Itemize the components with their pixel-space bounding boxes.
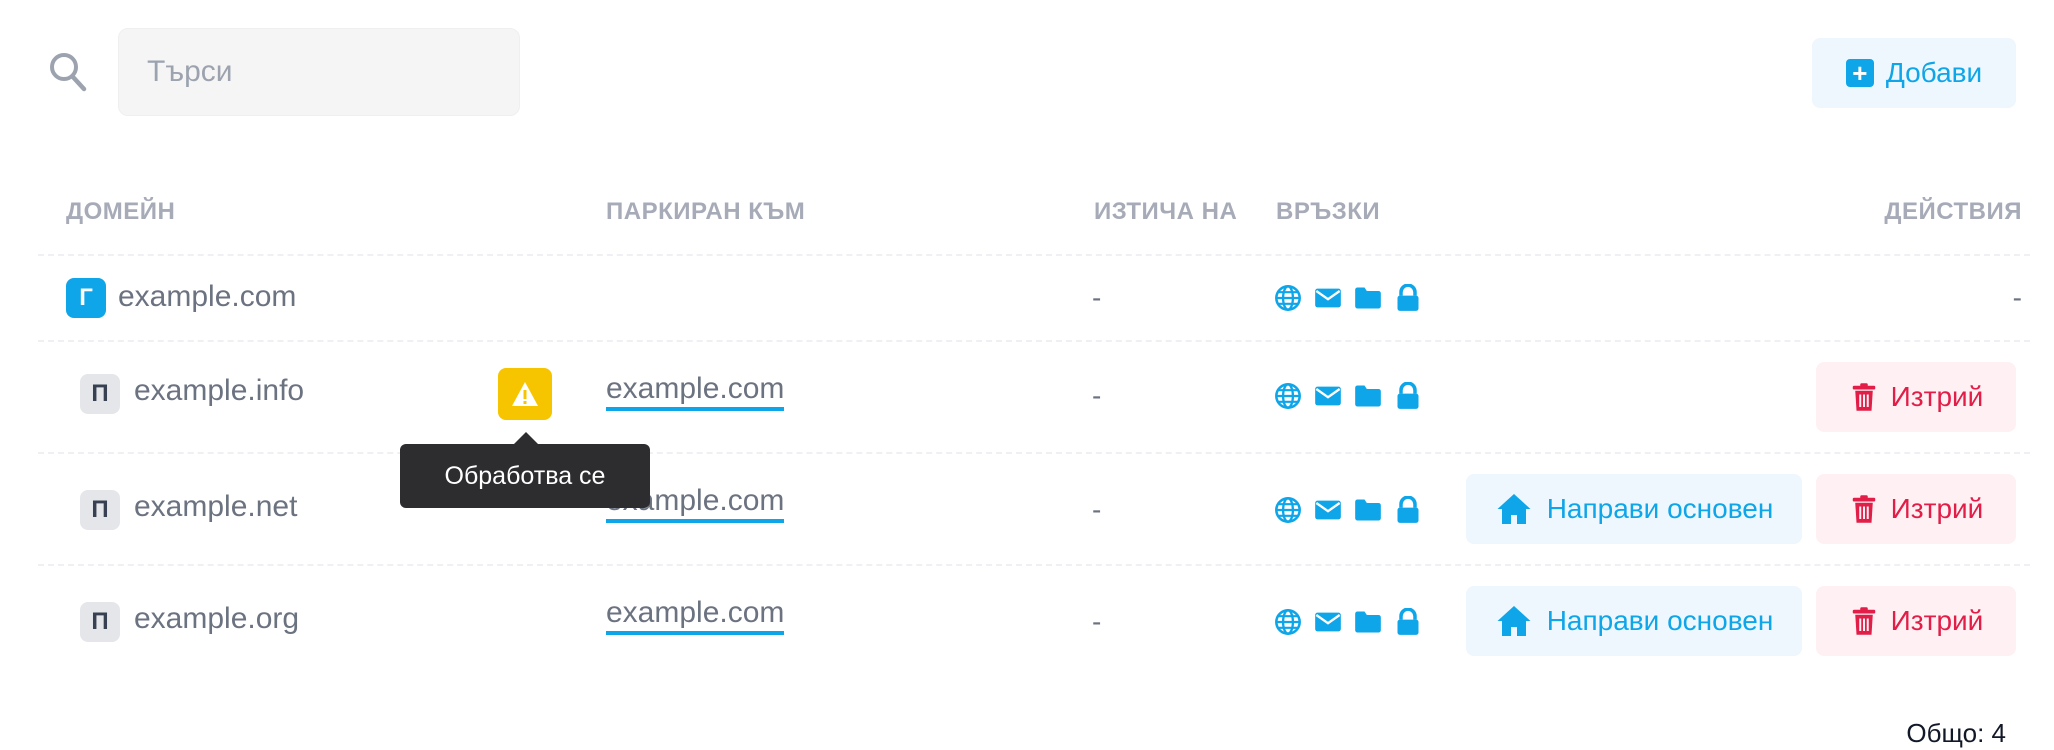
primary-domain-badge: Г — [66, 278, 106, 318]
alias-domain-badge: П — [80, 490, 120, 530]
domain-name: example.info — [134, 374, 305, 407]
delete-button[interactable]: Изтрий — [1816, 362, 2016, 432]
trash-icon — [1849, 381, 1879, 413]
globe-icon[interactable] — [1274, 608, 1302, 636]
domain-name: example.org — [134, 602, 300, 635]
delete-button-label: Изтрий — [1890, 381, 1984, 412]
trash-icon — [1849, 605, 1879, 637]
add-button-label: Добави — [1885, 57, 1983, 88]
table-row: П — [80, 374, 120, 414]
parked-to-link[interactable]: example.com — [606, 596, 785, 635]
column-header-expires: ИЗТИЧА НА — [1094, 198, 1238, 225]
row-divider — [38, 452, 2030, 454]
make-primary-label: Направи основен — [1546, 493, 1774, 524]
table-row: П — [80, 602, 120, 642]
add-button[interactable]: + Добави — [1812, 38, 2016, 108]
make-primary-label: Направи основен — [1546, 605, 1774, 636]
folder-icon[interactable] — [1354, 382, 1382, 410]
row-divider — [38, 340, 2030, 342]
expires-value: - — [1092, 494, 1102, 525]
table-row: П — [80, 490, 120, 530]
folder-icon[interactable] — [1354, 496, 1382, 524]
plus-icon: + — [1845, 59, 1874, 87]
row-divider — [38, 564, 2030, 566]
parked-to-cell: example.com — [606, 596, 785, 635]
domain-name: example.com — [118, 280, 297, 313]
parked-to-cell: example.com — [606, 372, 785, 411]
lock-icon[interactable] — [1394, 382, 1422, 410]
home-icon — [1495, 603, 1533, 639]
globe-icon[interactable] — [1274, 382, 1302, 410]
make-primary-button[interactable]: Направи основен — [1466, 474, 1802, 544]
delete-button[interactable]: Изтрий — [1816, 586, 2016, 656]
expires-value: - — [1092, 282, 1102, 313]
lock-icon[interactable] — [1394, 284, 1422, 312]
processing-tooltip: Обработва се — [400, 444, 650, 508]
column-header-domain: ДОМЕЙН — [66, 198, 176, 225]
column-header-actions: ДЕЙСТВИЯ — [1884, 198, 2022, 225]
warning-icon — [512, 382, 538, 406]
expires-value: - — [1092, 380, 1102, 411]
links-group — [1274, 284, 1422, 312]
trash-icon — [1849, 493, 1879, 525]
globe-icon[interactable] — [1274, 284, 1302, 312]
envelope-icon[interactable] — [1314, 284, 1342, 312]
folder-icon[interactable] — [1354, 284, 1382, 312]
parked-to-link[interactable]: example.com — [606, 372, 785, 411]
total-count: Общо: 4 — [1906, 718, 2006, 748]
tooltip-arrow — [514, 432, 538, 444]
row-divider — [38, 254, 2030, 256]
make-primary-button[interactable]: Направи основен — [1466, 586, 1802, 656]
alias-domain-badge: П — [80, 602, 120, 642]
lock-icon[interactable] — [1394, 496, 1422, 524]
delete-button[interactable]: Изтрий — [1816, 474, 2016, 544]
lock-icon[interactable] — [1394, 608, 1422, 636]
links-group — [1274, 496, 1422, 524]
delete-button-label: Изтрий — [1890, 493, 1984, 524]
processing-warning-button[interactable] — [498, 368, 552, 420]
links-group — [1274, 608, 1422, 636]
links-group — [1274, 382, 1422, 410]
delete-button-label: Изтрий — [1890, 605, 1984, 636]
table-row: Г — [66, 278, 106, 318]
envelope-icon[interactable] — [1314, 608, 1342, 636]
globe-icon[interactable] — [1274, 496, 1302, 524]
expires-value: - — [1092, 606, 1102, 637]
folder-icon[interactable] — [1354, 608, 1382, 636]
envelope-icon[interactable] — [1314, 382, 1342, 410]
domain-name: example.net — [134, 490, 298, 523]
alias-domain-badge: П — [80, 374, 120, 414]
actions-empty: - — [2012, 282, 2022, 313]
search-input[interactable] — [118, 28, 520, 116]
search-icon[interactable] — [48, 50, 88, 94]
home-icon — [1495, 491, 1533, 527]
column-header-parked-to: ПАРКИРАН КЪМ — [606, 198, 806, 225]
column-header-links: ВРЪЗКИ — [1276, 198, 1381, 225]
envelope-icon[interactable] — [1314, 496, 1342, 524]
